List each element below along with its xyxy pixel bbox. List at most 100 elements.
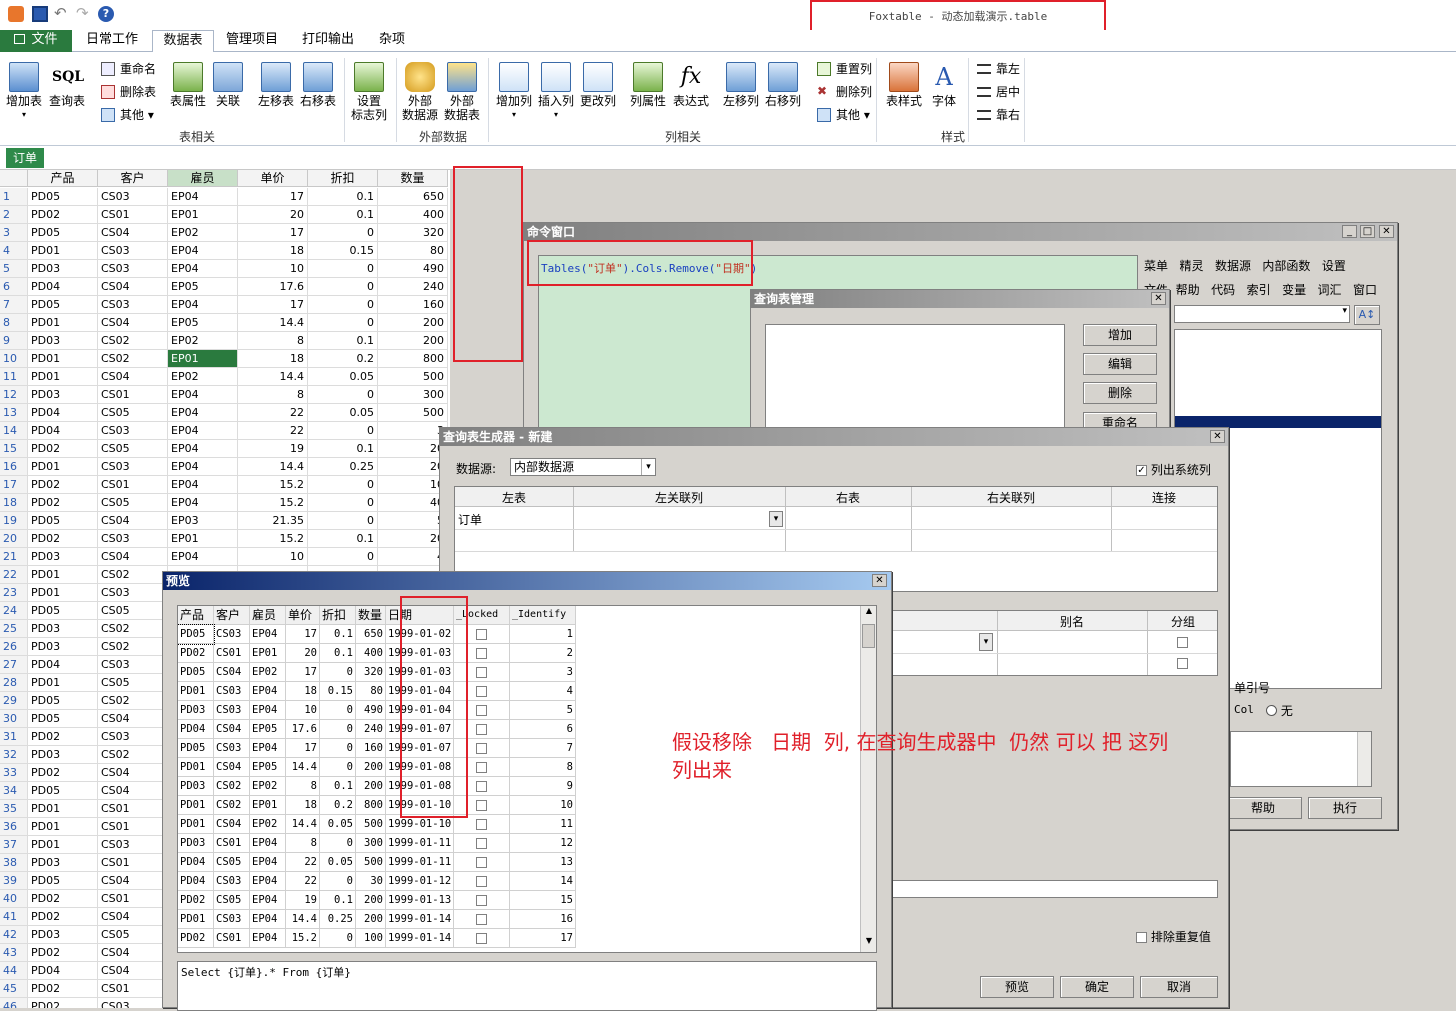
preview-cell[interactable]: PD02: [178, 891, 214, 910]
preview-cell[interactable]: 14.4: [286, 758, 320, 777]
grid-cell[interactable]: CS04: [98, 908, 168, 926]
preview-cell[interactable]: PD03: [178, 777, 214, 796]
row-number[interactable]: 24: [0, 602, 28, 620]
preview-cell[interactable]: CS01: [214, 929, 250, 948]
preview-cell[interactable]: CS03: [214, 701, 250, 720]
table-row[interactable]: 18 PD02 CS05 EP04 15.2 0 40: [0, 494, 450, 512]
grid-cell[interactable]: CS01: [98, 854, 168, 872]
grid-cell[interactable]: 400: [378, 206, 448, 224]
grid-cell[interactable]: CS02: [98, 638, 168, 656]
row-number[interactable]: 23: [0, 584, 28, 602]
preview-cell[interactable]: 0.15: [320, 682, 356, 701]
preview-cell-identify[interactable]: 3: [510, 663, 576, 682]
grid-cell[interactable]: CS02: [98, 566, 168, 584]
grid-cell[interactable]: CS03: [98, 998, 168, 1008]
menu-code[interactable]: 代码: [1211, 283, 1235, 297]
row-number[interactable]: 14: [0, 422, 28, 440]
table-row[interactable]: PD05 CS03 EP04 17 0 160 1999-01-07 7: [178, 739, 576, 758]
preview-button[interactable]: 预览: [980, 976, 1054, 998]
grid-cell[interactable]: 80: [378, 242, 448, 260]
table-row[interactable]: PD03 CS01 EP04 8 0 300 1999-01-11 12: [178, 834, 576, 853]
grid-cell[interactable]: CS03: [98, 656, 168, 674]
preview-cell-identify[interactable]: 15: [510, 891, 576, 910]
list-system-checkbox[interactable]: ✓ 列出系统列: [1136, 461, 1211, 478]
preview-header-cell[interactable]: 产品: [178, 606, 214, 625]
table-row[interactable]: PD03 CS02 EP02 8 0.1 200 1999-01-08 9: [178, 777, 576, 796]
table-row[interactable]: 17 PD02 CS01 EP04 15.2 0 10: [0, 476, 450, 494]
preview-cell[interactable]: 18: [286, 796, 320, 815]
preview-cell[interactable]: 0: [320, 739, 356, 758]
grid-cell[interactable]: EP04: [168, 458, 238, 476]
grid-cell[interactable]: 20: [378, 458, 448, 476]
join-row-left-table[interactable]: 订单: [458, 511, 482, 528]
save-icon[interactable]: [32, 6, 48, 22]
row-number[interactable]: 4: [0, 242, 28, 260]
preview-cell[interactable]: 19: [286, 891, 320, 910]
preview-cell[interactable]: 0.1: [320, 644, 356, 663]
locked-checkbox[interactable]: [476, 647, 487, 659]
preview-cell[interactable]: EP04: [250, 891, 286, 910]
grid-cell[interactable]: PD01: [28, 584, 98, 602]
grid-cell[interactable]: CS04: [98, 548, 168, 566]
grid-cell[interactable]: EP04: [168, 548, 238, 566]
preview-cell[interactable]: PD01: [178, 815, 214, 834]
locked-checkbox[interactable]: [476, 932, 487, 944]
table-other-button[interactable]: 其他 ▾: [100, 106, 154, 124]
locked-checkbox[interactable]: [476, 799, 487, 811]
preview-cell[interactable]: 0.1: [320, 625, 356, 644]
grid-cell[interactable]: CS03: [98, 728, 168, 746]
minimize-icon[interactable]: _: [1342, 225, 1357, 238]
preview-cell[interactable]: 15.2: [286, 929, 320, 948]
grid-cell[interactable]: 10: [238, 260, 308, 278]
grid-cell[interactable]: CS02: [98, 332, 168, 350]
menu-functions[interactable]: 内部函数: [1262, 259, 1310, 273]
preview-cell-locked[interactable]: [454, 891, 510, 910]
grid-cell[interactable]: CS04: [98, 512, 168, 530]
preview-cell[interactable]: EP04: [250, 929, 286, 948]
add-column-button[interactable]: 增加列 ▾: [494, 62, 534, 122]
grid-cell[interactable]: PD05: [28, 296, 98, 314]
preview-cell[interactable]: EP04: [250, 701, 286, 720]
grid-cell[interactable]: EP01: [168, 350, 238, 368]
preview-cell-identify[interactable]: 1: [510, 625, 576, 644]
row-number[interactable]: 9: [0, 332, 28, 350]
locked-checkbox[interactable]: [476, 761, 487, 773]
preview-cell[interactable]: 240: [356, 720, 386, 739]
menu-menu[interactable]: 菜单: [1144, 259, 1168, 273]
preview-cell[interactable]: 17: [286, 739, 320, 758]
delete-table-button[interactable]: 删除表: [100, 83, 156, 101]
reset-column-button[interactable]: 重置列: [816, 60, 872, 78]
helper-combo[interactable]: ▾: [1174, 305, 1350, 323]
row-number[interactable]: 25: [0, 620, 28, 638]
grid-cell[interactable]: PD01: [28, 566, 98, 584]
undo-icon[interactable]: ↶: [54, 6, 70, 22]
ok-button[interactable]: 确定: [1060, 976, 1134, 998]
grid-cell[interactable]: CS04: [98, 782, 168, 800]
row-number[interactable]: 10: [0, 350, 28, 368]
row-number[interactable]: 41: [0, 908, 28, 926]
grid-cell[interactable]: PD03: [28, 548, 98, 566]
grid-cell[interactable]: PD01: [28, 314, 98, 332]
grid-cell[interactable]: PD02: [28, 728, 98, 746]
preview-cell-identify[interactable]: 9: [510, 777, 576, 796]
grid-header-cell[interactable]: 单价: [238, 170, 308, 187]
table-row[interactable]: 2 PD02 CS01 EP01 20 0.1 400: [0, 206, 450, 224]
grid-cell[interactable]: PD02: [28, 944, 98, 962]
row-number[interactable]: 33: [0, 764, 28, 782]
preview-cell[interactable]: PD01: [178, 796, 214, 815]
preview-cell[interactable]: EP01: [250, 644, 286, 663]
row-number[interactable]: 5: [0, 260, 28, 278]
grid-cell[interactable]: 15.2: [238, 494, 308, 512]
preview-cell[interactable]: PD05: [178, 739, 214, 758]
preview-cell[interactable]: 300: [356, 834, 386, 853]
grid-cell[interactable]: 0.1: [308, 206, 378, 224]
row-number[interactable]: 13: [0, 404, 28, 422]
table-row[interactable]: 11 PD01 CS04 EP02 14.4 0.05 500: [0, 368, 450, 386]
grid-cell[interactable]: 0.05: [308, 404, 378, 422]
external-source-button[interactable]: 外部 数据源: [400, 62, 440, 122]
preview-cell[interactable]: 500: [356, 815, 386, 834]
table-row[interactable]: 21PD03CS04EP041004: [0, 548, 450, 566]
grid-cell[interactable]: PD01: [28, 800, 98, 818]
locked-checkbox[interactable]: [476, 628, 487, 640]
grid-cell[interactable]: EP04: [168, 260, 238, 278]
